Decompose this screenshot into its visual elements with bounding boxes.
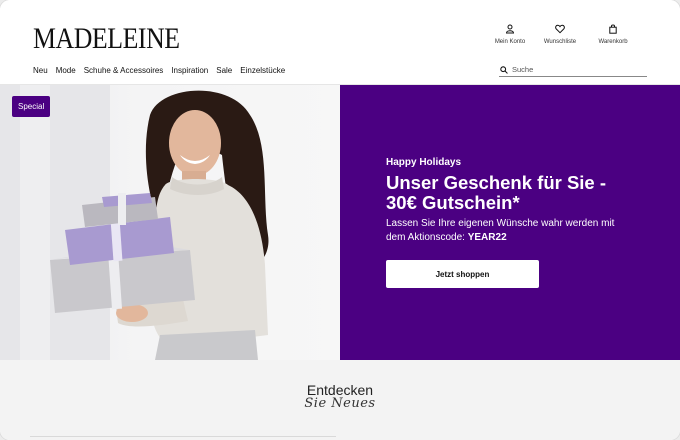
nav-item-inspiration[interactable]: Inspiration	[171, 66, 208, 75]
hero-image[interactable]: Special	[0, 85, 340, 360]
wishlist-label: Wunschliste	[543, 39, 577, 45]
wishlist-button[interactable]: Wunschliste	[530, 24, 590, 45]
search-bar	[499, 63, 647, 77]
promo-code: YEAR22	[467, 232, 507, 243]
woman-with-gifts-illustration	[0, 85, 269, 360]
header-actions: Mein Konto Wunschliste Warenkorb	[480, 24, 680, 54]
promo-subtext: Lassen Sie Ihre eigenen Wünsche wahr wer…	[386, 217, 616, 245]
discover-script: Sie Neues	[304, 396, 376, 411]
cart-label: Warenkorb	[598, 39, 628, 45]
nav-item-mode[interactable]: Mode	[56, 66, 76, 75]
search-icon[interactable]	[500, 65, 508, 74]
hero-banner[interactable]: Special Happy Holidays Unser Geschenk fü…	[0, 85, 680, 360]
promo-panel: Happy Holidays Unser Geschenk für Sie - …	[340, 85, 680, 360]
nav-item-neu[interactable]: Neu	[33, 66, 48, 75]
brand-logo[interactable]: MADELEINE	[33, 22, 180, 56]
cart-button[interactable]: Warenkorb	[583, 24, 643, 45]
special-badge: Special	[12, 96, 51, 117]
promo-kicker: Happy Holidays	[386, 157, 462, 168]
nav-item-sale[interactable]: Sale	[216, 66, 232, 75]
nav-item-schuhe-accessoires[interactable]: Schuhe & Accessoires	[84, 66, 164, 75]
user-icon	[505, 24, 515, 34]
discover-section: Entdecken Sie Neues	[0, 360, 680, 440]
shop-now-button[interactable]: Jetzt shoppen	[386, 260, 539, 288]
nav-item-einzelstuecke[interactable]: Einzelstücke	[240, 66, 285, 75]
site-header: MADELEINE Mein Konto Wunschliste Warenko…	[0, 0, 680, 85]
main-navigation: Neu Mode Schuhe & Accessoires Inspiratio…	[33, 66, 285, 75]
search-input[interactable]	[512, 65, 642, 74]
heart-icon	[555, 24, 565, 34]
promo-headline: Unser Geschenk für Sie - 30€ Gutschein*	[386, 172, 607, 213]
section-divider	[30, 436, 336, 437]
bag-icon	[609, 24, 617, 34]
browser-frame: MADELEINE Mein Konto Wunschliste Warenko…	[0, 0, 680, 440]
